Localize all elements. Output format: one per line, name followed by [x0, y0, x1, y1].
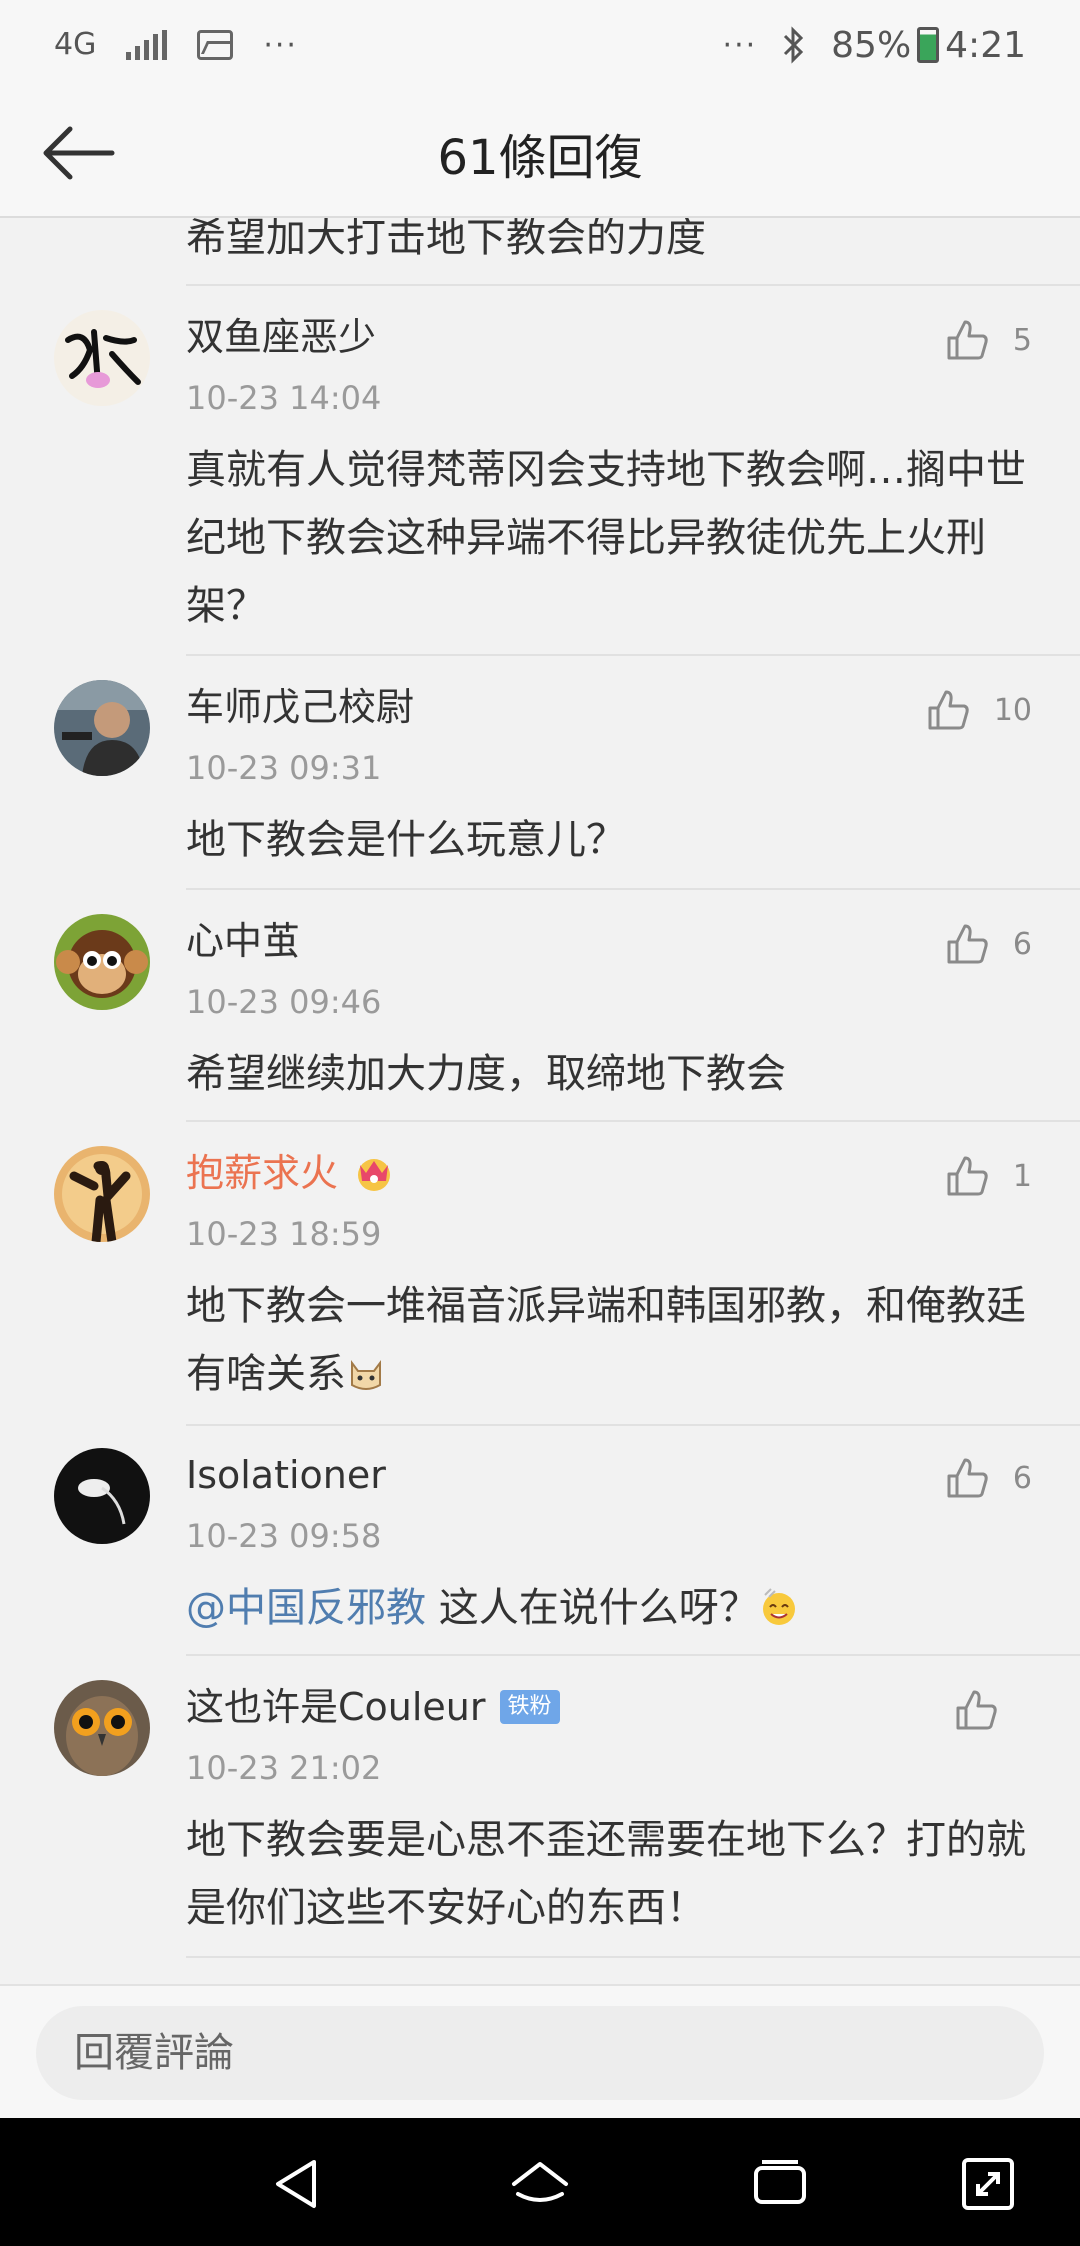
- comment-text: 地下教会要是心思不歪还需要在地下么？打的就是你们这些不安好心的东西！: [186, 1817, 1026, 1931]
- username-text: 这也许是Couleur: [186, 1685, 486, 1729]
- image-notification-icon: [197, 30, 234, 60]
- signal-icon: [126, 30, 168, 60]
- comment-text: 希望继续加大力度，取缔地下教会: [186, 1051, 786, 1097]
- system-nav-bar: [0, 2118, 1080, 2246]
- username[interactable]: 心中茧: [186, 914, 300, 968]
- partial-comment-text: 希望加大打击地下教会的力度: [186, 218, 706, 261]
- timestamp: 10-23 21:02: [186, 1749, 382, 1787]
- timestamp: 10-23 14:04: [186, 379, 382, 417]
- timestamp: 10-23 09:31: [186, 749, 382, 787]
- like-count: 6: [1012, 926, 1032, 962]
- username[interactable]: 抱薪求火: [186, 1146, 396, 1200]
- bluetooth-icon: [784, 26, 804, 64]
- timestamp: 10-23 09:46: [186, 983, 382, 1021]
- reply-bar: 回覆評論: [0, 1984, 1080, 2118]
- username-text: 抱薪求火: [186, 1151, 339, 1195]
- avatar[interactable]: [54, 914, 150, 1010]
- username[interactable]: 双鱼座恶少: [186, 310, 376, 364]
- like-count: 5: [1012, 322, 1032, 358]
- like-button[interactable]: 6: [943, 1454, 1032, 1502]
- reply-input[interactable]: 回覆評論: [36, 2006, 1044, 2100]
- thumbs-up-icon: [956, 1690, 997, 1730]
- comment-text: 地下教会是什么玩意儿？: [186, 817, 626, 863]
- comment-text: 地下教会一堆福音派异端和韩国邪教，和俺教廷有啥关系: [186, 1272, 1036, 1408]
- fan-badge: 铁粉: [499, 1690, 560, 1724]
- thumbs-up-icon: [947, 1458, 988, 1498]
- network-type: 4G: [54, 27, 97, 62]
- avatar[interactable]: [54, 680, 150, 776]
- page-title: 61條回復: [437, 130, 643, 186]
- mention-link[interactable]: @中国反邪教: [186, 1585, 426, 1631]
- username[interactable]: 这也许是Couleur 铁粉: [186, 1680, 560, 1734]
- divider: [186, 1120, 1080, 1122]
- avatar[interactable]: [54, 1680, 150, 1776]
- thumbs-up-icon: [947, 1156, 988, 1196]
- more-notifications-icon: ···: [263, 27, 298, 63]
- battery-icon: [917, 27, 940, 63]
- expand-icon[interactable]: [958, 2154, 1018, 2214]
- divider: [186, 654, 1080, 656]
- back-arrow-icon: [43, 126, 115, 180]
- like-count: 1: [1012, 1158, 1032, 1194]
- recent-apps-icon[interactable]: [750, 2154, 810, 2214]
- timestamp: 10-23 09:58: [186, 1517, 382, 1555]
- crown-badge-icon: [358, 1159, 391, 1191]
- back-nav-icon[interactable]: [268, 2154, 328, 2214]
- timestamp: 10-23 18:59: [186, 1215, 382, 1253]
- like-button[interactable]: 6: [943, 920, 1032, 968]
- divider: [186, 284, 1080, 286]
- like-button[interactable]: [952, 1686, 1022, 1734]
- status-bar: 4G ··· ··· 85% 4:21: [0, 0, 1080, 90]
- username[interactable]: 车师戊己校尉: [186, 680, 414, 734]
- like-button[interactable]: 1: [943, 1152, 1032, 1200]
- divider: [186, 1956, 1080, 1958]
- avatar[interactable]: [54, 1146, 150, 1242]
- like-button[interactable]: 10: [924, 686, 1032, 734]
- battery-percent: 85%: [831, 24, 912, 66]
- cat-emoji-icon: [351, 1360, 381, 1390]
- comment-text: @中国反邪教 这人在说什么呀？: [186, 1574, 1036, 1642]
- divider: [186, 888, 1080, 890]
- like-count: 6: [1012, 1460, 1032, 1496]
- comment-text: 真就有人觉得梵蒂冈会支持地下教会啊…搁中世纪地下教会这种异端不得比异教徒优先上火…: [186, 447, 1026, 629]
- comment-text-body: 这人在说什么呀？: [438, 1585, 759, 1631]
- thumbs-up-icon: [928, 690, 969, 730]
- avatar[interactable]: [54, 1448, 150, 1544]
- divider: [186, 1654, 1080, 1656]
- smiling-emoji-icon: [762, 1588, 795, 1625]
- home-nav-icon[interactable]: [510, 2154, 570, 2214]
- status-more-icon: ···: [722, 27, 758, 63]
- header-bar: 61條回復: [0, 90, 1080, 218]
- like-button[interactable]: 5: [943, 316, 1032, 364]
- like-count: 10: [993, 692, 1032, 728]
- comment-list[interactable]: 希望加大打击地下教会的力度 双鱼座恶少 10-23 14:04 5 真就有人觉得…: [0, 218, 1080, 1984]
- username[interactable]: Isolationer: [186, 1448, 386, 1502]
- divider: [186, 1424, 1080, 1426]
- comment-text-body: 地下教会一堆福音派异端和韩国邪教，和俺教廷有啥关系: [186, 1283, 1026, 1397]
- thumbs-up-icon: [947, 320, 988, 360]
- clock: 4:21: [945, 24, 1026, 66]
- avatar[interactable]: [54, 310, 150, 406]
- thumbs-up-icon: [947, 924, 988, 964]
- back-button[interactable]: [40, 118, 120, 188]
